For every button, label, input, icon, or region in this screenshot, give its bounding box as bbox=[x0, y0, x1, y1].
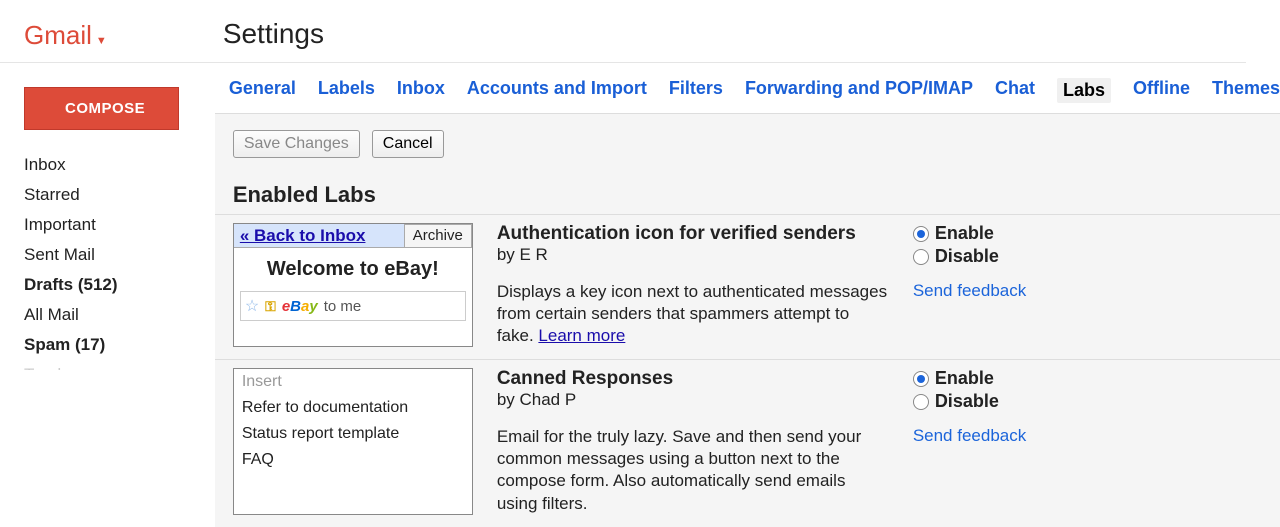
sidebar-item-inbox[interactable]: Inbox bbox=[24, 150, 191, 180]
nav-list: InboxStarredImportantSent MailDrafts (51… bbox=[24, 150, 191, 370]
send-feedback-link[interactable]: Send feedback bbox=[913, 426, 1153, 446]
lab-controls: Enable Disable Send feedback bbox=[913, 223, 1153, 347]
tab-accounts-and-import[interactable]: Accounts and Import bbox=[467, 78, 647, 103]
canned-item: Status report template bbox=[234, 421, 472, 447]
enable-label: Enable bbox=[935, 223, 994, 244]
sidebar-item-starred[interactable]: Starred bbox=[24, 180, 191, 210]
sidebar-item-trash[interactable]: Trash bbox=[24, 360, 191, 370]
section-header: Enabled Labs bbox=[215, 182, 1280, 208]
disable-radio-row[interactable]: Disable bbox=[913, 246, 1153, 267]
lab-author: by Chad P bbox=[497, 390, 889, 410]
caret-down-icon: ▼ bbox=[96, 35, 107, 47]
preview-subject: Welcome to eBay! bbox=[234, 248, 472, 287]
radio-icon bbox=[913, 394, 929, 410]
brand-label: Gmail bbox=[24, 20, 92, 51]
lab-title: Authentication icon for verified senders bbox=[497, 223, 889, 245]
cancel-button[interactable]: Cancel bbox=[372, 130, 444, 158]
brand-menu[interactable]: Gmail ▼ bbox=[24, 20, 191, 51]
tab-labs[interactable]: Labs bbox=[1057, 78, 1111, 103]
radio-icon bbox=[913, 226, 929, 242]
page-title: Settings bbox=[223, 18, 1280, 50]
canned-item: Insert bbox=[234, 369, 472, 395]
canned-item: FAQ bbox=[234, 447, 472, 473]
ebay-logo: eBay bbox=[282, 298, 318, 315]
radio-icon bbox=[913, 249, 929, 265]
tab-forwarding-and-pop-imap[interactable]: Forwarding and POP/IMAP bbox=[745, 78, 973, 103]
action-buttons: Save Changes Cancel bbox=[215, 130, 1280, 158]
enable-label: Enable bbox=[935, 368, 994, 389]
save-changes-button[interactable]: Save Changes bbox=[233, 130, 360, 158]
disable-label: Disable bbox=[935, 391, 999, 412]
tab-inbox[interactable]: Inbox bbox=[397, 78, 445, 103]
lab-title: Canned Responses bbox=[497, 368, 889, 390]
lab-body: Email for the truly lazy. Save and then … bbox=[497, 426, 889, 514]
tab-offline[interactable]: Offline bbox=[1133, 78, 1190, 103]
key-icon: ⚿ bbox=[265, 298, 276, 315]
lab-thumbnail: « Back to Inbox Archive Welcome to eBay!… bbox=[233, 223, 473, 347]
sidebar-item-all-mail[interactable]: All Mail bbox=[24, 300, 191, 330]
star-icon: ☆ bbox=[245, 296, 259, 316]
enable-radio-row[interactable]: Enable bbox=[913, 368, 1153, 389]
preview-sender-row: ☆ ⚿ eBay to me bbox=[240, 291, 466, 321]
disable-radio-row[interactable]: Disable bbox=[913, 391, 1153, 412]
enable-radio-row[interactable]: Enable bbox=[913, 223, 1153, 244]
lab-row: InsertRefer to documentationStatus repor… bbox=[215, 359, 1280, 526]
sidebar-item-sent-mail[interactable]: Sent Mail bbox=[24, 240, 191, 270]
tab-general[interactable]: General bbox=[229, 78, 296, 103]
lab-body: Displays a key icon next to authenticate… bbox=[497, 281, 889, 347]
tab-labels[interactable]: Labels bbox=[318, 78, 375, 103]
lab-thumbnail: InsertRefer to documentationStatus repor… bbox=[233, 368, 473, 514]
compose-button[interactable]: COMPOSE bbox=[24, 87, 179, 130]
divider bbox=[0, 62, 1246, 63]
learn-more-link[interactable]: Learn more bbox=[538, 326, 625, 345]
lab-description: Authentication icon for verified senders… bbox=[473, 223, 913, 347]
tab-filters[interactable]: Filters bbox=[669, 78, 723, 103]
lab-author: by E R bbox=[497, 245, 889, 265]
send-feedback-link[interactable]: Send feedback bbox=[913, 281, 1153, 301]
lab-row: « Back to Inbox Archive Welcome to eBay!… bbox=[215, 214, 1280, 359]
main: Settings General Labels Inbox Accounts and … bbox=[211, 0, 1280, 527]
lab-description: Canned Responses by Chad P Email for the… bbox=[473, 368, 913, 514]
sidebar-item-important[interactable]: Important bbox=[24, 210, 191, 240]
tab-themes[interactable]: Themes bbox=[1212, 78, 1280, 103]
settings-tabs: General Labels Inbox Accounts and Import Fil… bbox=[211, 68, 1280, 113]
sidebar-item-drafts-[interactable]: Drafts (512) bbox=[24, 270, 191, 300]
disable-label: Disable bbox=[935, 246, 999, 267]
sidebar-item-spam-[interactable]: Spam (17) bbox=[24, 330, 191, 360]
canned-item: Refer to documentation bbox=[234, 395, 472, 421]
radio-icon bbox=[913, 371, 929, 387]
back-to-inbox-link: « Back to Inbox bbox=[234, 224, 404, 248]
tab-chat[interactable]: Chat bbox=[995, 78, 1035, 103]
archive-button-preview: Archive bbox=[404, 224, 472, 248]
lab-controls: Enable Disable Send feedback bbox=[913, 368, 1153, 514]
sidebar: Gmail ▼ COMPOSE InboxStarredImportantSen… bbox=[0, 0, 211, 527]
labs-content: Save Changes Cancel Enabled Labs « Back … bbox=[215, 113, 1280, 527]
to-me-text: to me bbox=[324, 298, 362, 315]
